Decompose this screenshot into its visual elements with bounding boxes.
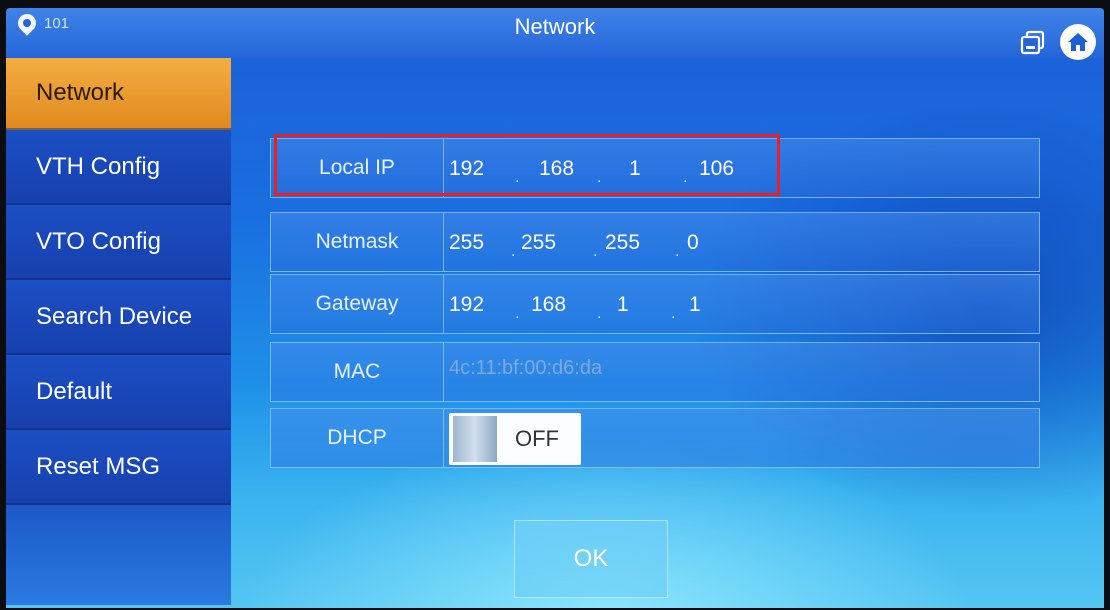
octet-separator: . [597, 169, 602, 186]
netmask-octet-4[interactable]: 0 [687, 229, 747, 257]
netmask-row: Netmask 255 . 255 . 255 . 0 [270, 212, 1040, 272]
octet-separator: . [683, 169, 688, 186]
octet-separator: . [597, 305, 602, 322]
gateway-octet-1[interactable]: 192 [449, 291, 509, 319]
gateway-octet-3[interactable]: 1 [617, 291, 677, 319]
local-ip-label: Local IP [271, 139, 444, 197]
gateway-label: Gateway [271, 275, 444, 333]
octet-separator: . [675, 243, 680, 260]
page-title: Network [514, 14, 596, 39]
ok-button[interactable]: OK [514, 520, 668, 598]
gateway-octet-4[interactable]: 1 [689, 291, 749, 319]
sidebar-item-network[interactable]: Network [6, 58, 231, 130]
gateway-row: Gateway 192 . 168 . 1 . 1 [270, 274, 1040, 334]
local-ip-octet-3[interactable]: 1 [629, 155, 689, 183]
octet-separator: . [515, 305, 520, 322]
mac-value: 4c:11:bf:00:d6:da [449, 357, 603, 379]
local-ip-octet-4[interactable]: 106 [699, 155, 759, 183]
netmask-octet-3[interactable]: 255 [605, 229, 665, 257]
home-icon[interactable] [1060, 24, 1096, 60]
dhcp-state: OFF [515, 426, 559, 451]
sidebar-item-vth-config[interactable]: VTH Config [6, 130, 231, 205]
octet-separator: . [593, 243, 598, 260]
sidebar-item-vto-config[interactable]: VTO Config [6, 205, 231, 280]
mac-label: MAC [271, 343, 444, 401]
mac-row: MAC 4c:11:bf:00:d6:da [270, 342, 1040, 402]
local-ip-row: Local IP 192 . 168 . 1 . 106 [270, 138, 1040, 198]
octet-separator: . [511, 243, 516, 260]
netmask-label: Netmask [271, 213, 444, 271]
sidebar: Network VTH Config VTO Config Search Dev… [6, 58, 231, 608]
octet-separator: . [671, 305, 676, 322]
screen-switch-icon[interactable] [1018, 28, 1048, 58]
dhcp-toggle[interactable]: OFF [449, 413, 581, 465]
title-bar: 101 Network [6, 8, 1104, 60]
sidebar-item-default[interactable]: Default [6, 355, 231, 430]
local-ip-octet-2[interactable]: 168 [539, 155, 599, 183]
dhcp-label: DHCP [271, 409, 444, 467]
screen: 101 Network Network VTH Config VTO Confi… [6, 8, 1104, 608]
netmask-octet-2[interactable]: 255 [521, 229, 581, 257]
sidebar-filler [6, 505, 231, 605]
local-ip-octet-1[interactable]: 192 [449, 155, 509, 183]
gateway-octet-2[interactable]: 168 [531, 291, 591, 319]
netmask-octet-1[interactable]: 255 [449, 229, 509, 257]
sidebar-item-reset-msg[interactable]: Reset MSG [6, 430, 231, 505]
sidebar-item-search-device[interactable]: Search Device [6, 280, 231, 355]
octet-separator: . [515, 169, 520, 186]
dhcp-row: DHCP OFF [270, 408, 1040, 468]
toggle-knob [453, 416, 497, 462]
